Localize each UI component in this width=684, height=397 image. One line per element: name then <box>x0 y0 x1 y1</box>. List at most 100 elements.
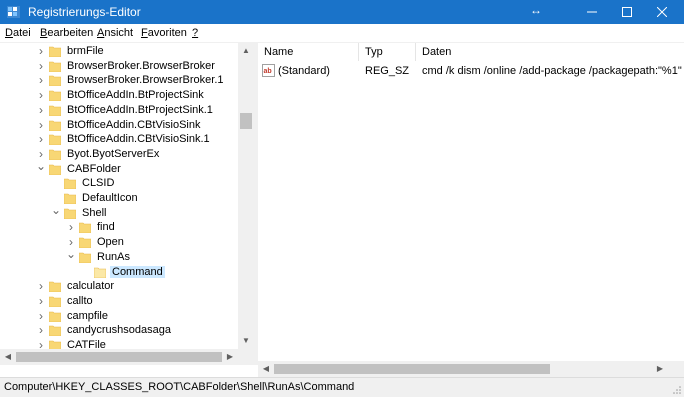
tree-item-label: CLSID <box>82 177 115 190</box>
chevron-right-icon[interactable]: › <box>36 89 46 101</box>
tree-item[interactable]: › calculator <box>0 279 238 294</box>
chevron-right-icon[interactable]: › <box>36 45 46 57</box>
folder-icon <box>49 164 61 175</box>
scroll-right-icon[interactable]: ▶ <box>222 349 238 365</box>
tree-item-label: RunAs <box>97 250 131 263</box>
tree-item[interactable]: › BtOfficeAddIn.BtProjectSink.1 <box>0 103 238 118</box>
scrollbar-corner <box>668 361 684 377</box>
menu-datei[interactable]: Datei <box>5 27 31 39</box>
chevron-right-icon[interactable]: › <box>36 60 46 72</box>
tree-item-label: callto <box>67 294 93 307</box>
window-title: Registrierungs-Editor <box>28 5 141 19</box>
menu-bearbeiten[interactable]: Bearbeiten <box>40 27 93 39</box>
status-bar: Computer\HKEY_CLASSES_ROOT\CABFolder\She… <box>0 377 684 397</box>
tree-item-label: BrowserBroker.BrowserBroker.1 <box>67 74 224 87</box>
folder-icon <box>64 208 76 219</box>
resize-arrows-icon: ↔ <box>530 3 542 17</box>
tree-item[interactable]: › brmFile <box>0 44 238 59</box>
tree-item[interactable]: ⌄ Shell <box>0 204 238 221</box>
status-path: Computer\HKEY_CLASSES_ROOT\CABFolder\She… <box>4 381 355 393</box>
chevron-right-icon[interactable]: › <box>36 310 46 322</box>
column-header-name[interactable]: Name <box>264 46 293 58</box>
tree-item-label: Byot.ByotServerEx <box>67 147 160 160</box>
menu-favoriten[interactable]: Favoriten <box>141 27 187 39</box>
tree-item-label: calculator <box>67 280 115 293</box>
chevron-right-icon[interactable]: › <box>36 295 46 307</box>
column-divider[interactable] <box>415 43 416 61</box>
folder-icon <box>49 105 61 116</box>
scroll-up-icon[interactable]: ▲ <box>238 43 254 59</box>
scroll-thumb[interactable] <box>16 352 222 362</box>
list-horizontal-scrollbar[interactable]: ◀ ▶ <box>258 361 668 377</box>
tree-item[interactable]: › BrowserBroker.BrowserBroker <box>0 59 238 74</box>
tree-item[interactable]: › BrowserBroker.BrowserBroker.1 <box>0 73 238 88</box>
svg-text:ab: ab <box>264 68 272 75</box>
chevron-right-icon[interactable]: › <box>36 104 46 116</box>
tree-item-label: BrowserBroker.BrowserBroker <box>67 59 215 72</box>
list-item[interactable]: ab (Standard) REG_SZ cmd /k dism /online… <box>258 63 684 80</box>
chevron-right-icon[interactable]: › <box>36 324 46 336</box>
folder-icon <box>49 90 61 102</box>
tree-item[interactable]: › BtOfficeAddIn.BtProjectSink <box>0 88 238 103</box>
tree-item[interactable]: ⌄ RunAs <box>0 248 238 265</box>
tree-item[interactable]: CLSID <box>0 176 238 191</box>
regedit-app-icon <box>7 6 20 18</box>
chevron-right-icon[interactable]: › <box>36 280 46 292</box>
list-header: Name Typ Daten <box>258 43 684 61</box>
tree-item[interactable]: › BtOfficeAddin.CBtVisioSink <box>0 118 238 133</box>
chevron-down-icon[interactable]: ⌄ <box>51 204 61 219</box>
column-header-data[interactable]: Daten <box>422 46 451 58</box>
folder-icon <box>94 267 106 278</box>
chevron-right-icon[interactable]: › <box>36 119 46 131</box>
tree-item[interactable]: Command <box>0 265 238 280</box>
folder-icon <box>49 120 61 131</box>
tree-item-label: Shell <box>82 206 107 219</box>
chevron-right-icon[interactable]: › <box>36 74 46 86</box>
tree-item-label: BtOfficeAddin.CBtVisioSink.1 <box>67 133 210 146</box>
menu-bar: Datei Bearbeiten Ansicht Favoriten ? <box>0 24 684 43</box>
tree-horizontal-scrollbar[interactable]: ◀ ▶ <box>0 349 238 365</box>
registry-tree[interactable]: › brmFile › BrowserBroker.BrowserBroker › Bro… <box>0 43 254 365</box>
menu-ansicht[interactable]: Ansicht <box>97 27 133 39</box>
tree-item[interactable]: › Open <box>0 235 238 250</box>
tree-item[interactable]: DefaultIcon <box>0 191 238 206</box>
values-list[interactable]: Name Typ Daten ab (Standard) REG_SZ cmd … <box>258 43 684 365</box>
tree-item[interactable]: › callto <box>0 294 238 309</box>
tree-item[interactable]: › candycrushsodasaga <box>0 323 238 338</box>
scroll-down-icon[interactable]: ▼ <box>238 333 254 349</box>
tree-vertical-scrollbar[interactable]: ▲ ▼ <box>238 43 254 349</box>
chevron-right-icon[interactable]: › <box>66 221 76 233</box>
scroll-thumb[interactable] <box>240 113 252 129</box>
folder-icon <box>49 325 61 337</box>
column-divider[interactable] <box>358 43 359 61</box>
string-value-icon: ab <box>262 64 275 77</box>
tree-item-label: Open <box>97 236 124 249</box>
tree-item-label: brmFile <box>67 45 104 57</box>
scroll-left-icon[interactable]: ◀ <box>258 361 274 377</box>
menu-help[interactable]: ? <box>192 27 198 39</box>
tree-item[interactable]: › BtOfficeAddin.CBtVisioSink.1 <box>0 132 238 147</box>
tree-item[interactable]: ⌄ CABFolder <box>0 160 238 177</box>
chevron-down-icon[interactable]: ⌄ <box>36 160 46 175</box>
folder-icon <box>49 149 61 160</box>
resize-grip-icon[interactable] <box>672 385 682 395</box>
tree-item-label: find <box>97 221 115 234</box>
scrollbar-corner <box>238 349 254 365</box>
column-header-type[interactable]: Typ <box>365 46 383 58</box>
tree-item-label: CABFolder <box>67 162 121 175</box>
scroll-thumb[interactable] <box>274 364 550 374</box>
tree-item[interactable]: › find <box>0 220 238 235</box>
chevron-right-icon[interactable]: › <box>36 133 46 145</box>
tree-item[interactable]: › campfile <box>0 309 238 324</box>
close-button[interactable] <box>645 0 679 24</box>
folder-icon <box>64 178 76 190</box>
tree-item-label: campfile <box>67 309 108 322</box>
scroll-left-icon[interactable]: ◀ <box>0 349 16 365</box>
minimize-button[interactable] <box>575 0 609 24</box>
maximize-button[interactable] <box>610 0 644 24</box>
scroll-right-icon[interactable]: ▶ <box>652 361 668 377</box>
folder-icon <box>49 46 61 57</box>
title-bar[interactable]: Registrierungs-Editor ↔ <box>0 0 684 24</box>
chevron-down-icon[interactable]: ⌄ <box>66 248 76 263</box>
folder-icon <box>49 134 61 146</box>
